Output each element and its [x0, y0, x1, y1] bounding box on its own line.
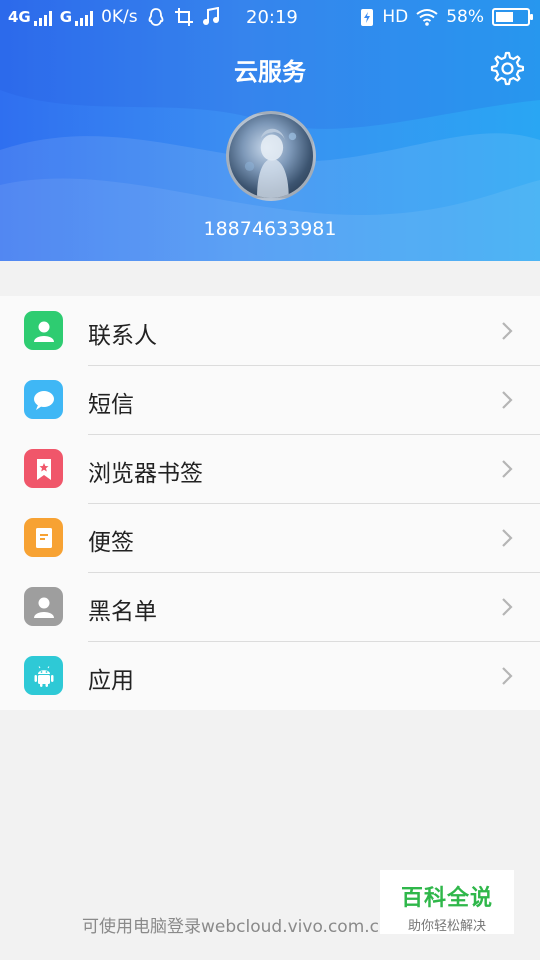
menu-item-contacts[interactable]: 联系人: [0, 296, 540, 365]
gear-icon[interactable]: [488, 50, 524, 86]
signal-4g: 4G: [8, 8, 52, 26]
bookmark-icon: [24, 449, 63, 488]
avatar[interactable]: [226, 111, 316, 201]
header-banner: 4G G 0K/s 20:19 HD 58% 云服务 18874633981: [0, 0, 540, 261]
menu-item-label: 黑名单: [88, 599, 157, 625]
menu-item-notes[interactable]: 便签: [0, 503, 540, 572]
blacklist-icon: [24, 587, 63, 626]
status-time: 20:19: [246, 7, 298, 28]
signal-g: G: [59, 8, 94, 26]
chevron-right-icon: [502, 460, 513, 478]
menu-item-label: 便签: [88, 530, 134, 556]
menu-item-messages[interactable]: 短信: [0, 365, 540, 434]
qq-icon: [148, 8, 164, 26]
message-icon: [24, 380, 63, 419]
screenshot-icon: [174, 8, 193, 26]
chevron-right-icon: [502, 322, 513, 340]
watermark-logo: 百科全说 助你轻松解决: [380, 870, 514, 934]
chevron-right-icon: [502, 391, 513, 409]
status-bar: 4G G 0K/s 20:19 HD 58%: [0, 0, 540, 36]
account-phone-number: 18874633981: [203, 218, 337, 240]
menu-item-browser-bookmarks[interactable]: 浏览器书签: [0, 434, 540, 503]
sync-menu-list: 联系人 短信 浏览器书签 便签 黑名单 应用: [0, 296, 540, 710]
watermark-title: 百科全说: [400, 886, 493, 911]
chevron-right-icon: [502, 529, 513, 547]
menu-item-label: 浏览器书签: [88, 461, 203, 487]
signal-bars-icon-2: [75, 10, 94, 26]
music-note-icon: [202, 7, 219, 25]
hd-label: HD: [382, 7, 409, 27]
battery-icon: [492, 8, 533, 26]
wifi-icon: [416, 9, 438, 26]
menu-item-apps[interactable]: 应用: [0, 641, 540, 710]
watermark-subtitle: 助你轻松解决: [407, 919, 486, 934]
page-title: 云服务: [234, 58, 306, 86]
network-type-label-2: G: [59, 8, 73, 26]
battery-fill: [496, 12, 514, 22]
signal-bars-icon: [33, 10, 52, 26]
menu-item-label: 短信: [88, 392, 134, 418]
network-type-label: 4G: [8, 8, 31, 26]
android-icon: [24, 656, 63, 695]
contact-icon: [24, 311, 63, 350]
menu-item-label: 应用: [88, 668, 134, 694]
battery-saver-icon: [361, 9, 374, 26]
battery-percent: 58%: [446, 7, 484, 27]
note-icon: [24, 518, 63, 557]
menu-item-blacklist[interactable]: 黑名单: [0, 572, 540, 641]
avatar-image: [244, 128, 297, 198]
network-speed: 0K/s: [101, 7, 138, 27]
chevron-right-icon: [502, 598, 513, 616]
chevron-right-icon: [502, 667, 513, 685]
menu-item-label: 联系人: [88, 323, 157, 349]
web-login-hint: 可使用电脑登录webcloud.vivo.com.cn: [82, 917, 390, 937]
